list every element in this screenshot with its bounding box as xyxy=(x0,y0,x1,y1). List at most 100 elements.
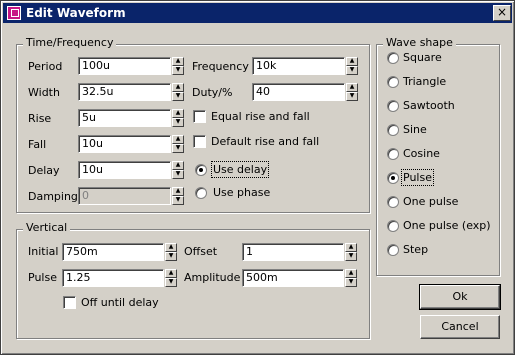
rise-down-icon[interactable]: ▼ xyxy=(172,118,184,127)
delay-spinner[interactable]: ▲ ▼ xyxy=(172,161,184,179)
period-down-icon[interactable]: ▼ xyxy=(172,66,184,75)
title-bar[interactable]: Edit Waveform × xyxy=(3,3,512,23)
close-button[interactable]: × xyxy=(493,5,511,21)
delay-input[interactable]: 10u xyxy=(78,161,171,179)
pulse-spinner[interactable]: ▲ ▼ xyxy=(165,269,177,287)
time-frequency-legend: Time/Frequency xyxy=(23,36,117,49)
offset-label: Offset xyxy=(184,245,218,258)
duty-up-icon[interactable]: ▲ xyxy=(346,83,358,92)
wave-shape-label-step: Step xyxy=(403,243,429,256)
use-delay-label: Use delay xyxy=(210,161,270,178)
period-up-icon[interactable]: ▲ xyxy=(172,57,184,66)
window-title: Edit Waveform xyxy=(26,6,126,20)
frequency-label: Frequency xyxy=(192,60,249,73)
rise-spinner[interactable]: ▲ ▼ xyxy=(172,109,184,127)
wave-shape-radio-triangle[interactable] xyxy=(387,76,399,88)
wave-shape-label-cosine: Cosine xyxy=(403,147,440,160)
width-label: Width xyxy=(28,86,60,99)
use-phase-radio[interactable] xyxy=(195,187,207,199)
wave-shape-label-triangle: Triangle xyxy=(403,75,447,88)
fall-up-icon[interactable]: ▲ xyxy=(172,135,184,144)
damping-up-icon: ▲ xyxy=(172,187,184,196)
use-phase-label: Use phase xyxy=(213,186,271,199)
wave-shape-radio-one-pulse-exp[interactable] xyxy=(387,220,399,232)
wave-shape-radio-pulse[interactable] xyxy=(387,172,399,184)
app-icon xyxy=(7,6,21,20)
frequency-input[interactable]: 10k xyxy=(252,57,345,75)
default-rise-fall-label: Default rise and fall xyxy=(211,135,320,148)
width-spinner[interactable]: ▲ ▼ xyxy=(172,83,184,101)
wave-shape-label-square: Square xyxy=(403,51,442,64)
duty-label: Duty/% xyxy=(192,86,233,99)
off-until-delay-checkbox[interactable] xyxy=(63,296,76,309)
amplitude-up-icon[interactable]: ▲ xyxy=(345,269,357,278)
wave-shape-radio-cosine[interactable] xyxy=(387,148,399,160)
default-rise-fall-checkbox[interactable] xyxy=(193,135,206,148)
fall-input[interactable]: 10u xyxy=(78,135,171,153)
off-until-delay-label: Off until delay xyxy=(81,296,159,309)
fall-spinner[interactable]: ▲ ▼ xyxy=(172,135,184,153)
wave-shape-label-sine: Sine xyxy=(403,123,427,136)
duty-down-icon[interactable]: ▼ xyxy=(346,92,358,101)
amplitude-spinner[interactable]: ▲ ▼ xyxy=(345,269,357,287)
period-input[interactable]: 100u xyxy=(78,57,171,75)
initial-input[interactable]: 750m xyxy=(62,243,164,261)
use-delay-radio[interactable] xyxy=(195,164,207,176)
pulse-input[interactable]: 1.25 xyxy=(62,269,164,287)
damping-input: 0 xyxy=(78,187,171,205)
damping-down-icon: ▼ xyxy=(172,196,184,205)
wave-shape-radio-square[interactable] xyxy=(387,52,399,64)
duty-spinner[interactable]: ▲ ▼ xyxy=(346,83,358,101)
vertical-legend: Vertical xyxy=(23,221,71,234)
fall-down-icon[interactable]: ▼ xyxy=(172,144,184,153)
fall-label: Fall xyxy=(28,138,47,151)
wave-shape-radio-one-pulse[interactable] xyxy=(387,196,399,208)
amplitude-input[interactable]: 500m xyxy=(242,269,344,287)
cancel-button[interactable]: Cancel xyxy=(420,315,500,339)
frequency-up-icon[interactable]: ▲ xyxy=(346,57,358,66)
offset-up-icon[interactable]: ▲ xyxy=(345,243,357,252)
period-spinner[interactable]: ▲ ▼ xyxy=(172,57,184,75)
amplitude-down-icon[interactable]: ▼ xyxy=(345,278,357,287)
duty-input[interactable]: 40 xyxy=(252,83,345,101)
width-down-icon[interactable]: ▼ xyxy=(172,92,184,101)
delay-label: Delay xyxy=(28,164,60,177)
frequency-down-icon[interactable]: ▼ xyxy=(346,66,358,75)
initial-spinner[interactable]: ▲ ▼ xyxy=(165,243,177,261)
pulse-down-icon[interactable]: ▼ xyxy=(165,278,177,287)
radio-selected-dot-icon xyxy=(199,168,203,172)
delay-up-icon[interactable]: ▲ xyxy=(172,161,184,170)
offset-input[interactable]: 1 xyxy=(242,243,344,261)
width-input[interactable]: 32.5u xyxy=(78,83,171,101)
pulse-up-icon[interactable]: ▲ xyxy=(165,269,177,278)
edit-waveform-dialog: Edit Waveform × Time/Frequency Period Wi… xyxy=(0,0,515,355)
initial-label: Initial xyxy=(28,245,59,258)
rise-up-icon[interactable]: ▲ xyxy=(172,109,184,118)
damping-spinner: ▲ ▼ xyxy=(172,187,184,205)
wave-shape-label-pulse: Pulse xyxy=(401,169,434,186)
ok-button[interactable]: Ok xyxy=(419,284,501,310)
pulse-label: Pulse xyxy=(28,271,57,284)
wave-shape-radio-step[interactable] xyxy=(387,244,399,256)
wave-shape-radio-sawtooth[interactable] xyxy=(387,100,399,112)
initial-up-icon[interactable]: ▲ xyxy=(165,243,177,252)
wave-shape-label-sawtooth: Sawtooth xyxy=(403,99,455,112)
equal-rise-fall-checkbox[interactable] xyxy=(193,110,206,123)
wave-shape-legend: Wave shape xyxy=(383,36,456,49)
amplitude-label: Amplitude xyxy=(184,271,241,284)
radio-selected-dot-icon xyxy=(391,176,395,180)
equal-rise-fall-label: Equal rise and fall xyxy=(211,110,310,123)
initial-down-icon[interactable]: ▼ xyxy=(165,252,177,261)
rise-label: Rise xyxy=(28,112,52,125)
damping-label: Damping xyxy=(28,190,78,203)
delay-down-icon[interactable]: ▼ xyxy=(172,170,184,179)
period-label: Period xyxy=(28,60,63,73)
wave-shape-label-one-pulse-exp: One pulse (exp) xyxy=(403,219,491,232)
width-up-icon[interactable]: ▲ xyxy=(172,83,184,92)
frequency-spinner[interactable]: ▲ ▼ xyxy=(346,57,358,75)
offset-down-icon[interactable]: ▼ xyxy=(345,252,357,261)
wave-shape-label-one-pulse: One pulse xyxy=(403,195,459,208)
offset-spinner[interactable]: ▲ ▼ xyxy=(345,243,357,261)
rise-input[interactable]: 5u xyxy=(78,109,171,127)
wave-shape-radio-sine[interactable] xyxy=(387,124,399,136)
